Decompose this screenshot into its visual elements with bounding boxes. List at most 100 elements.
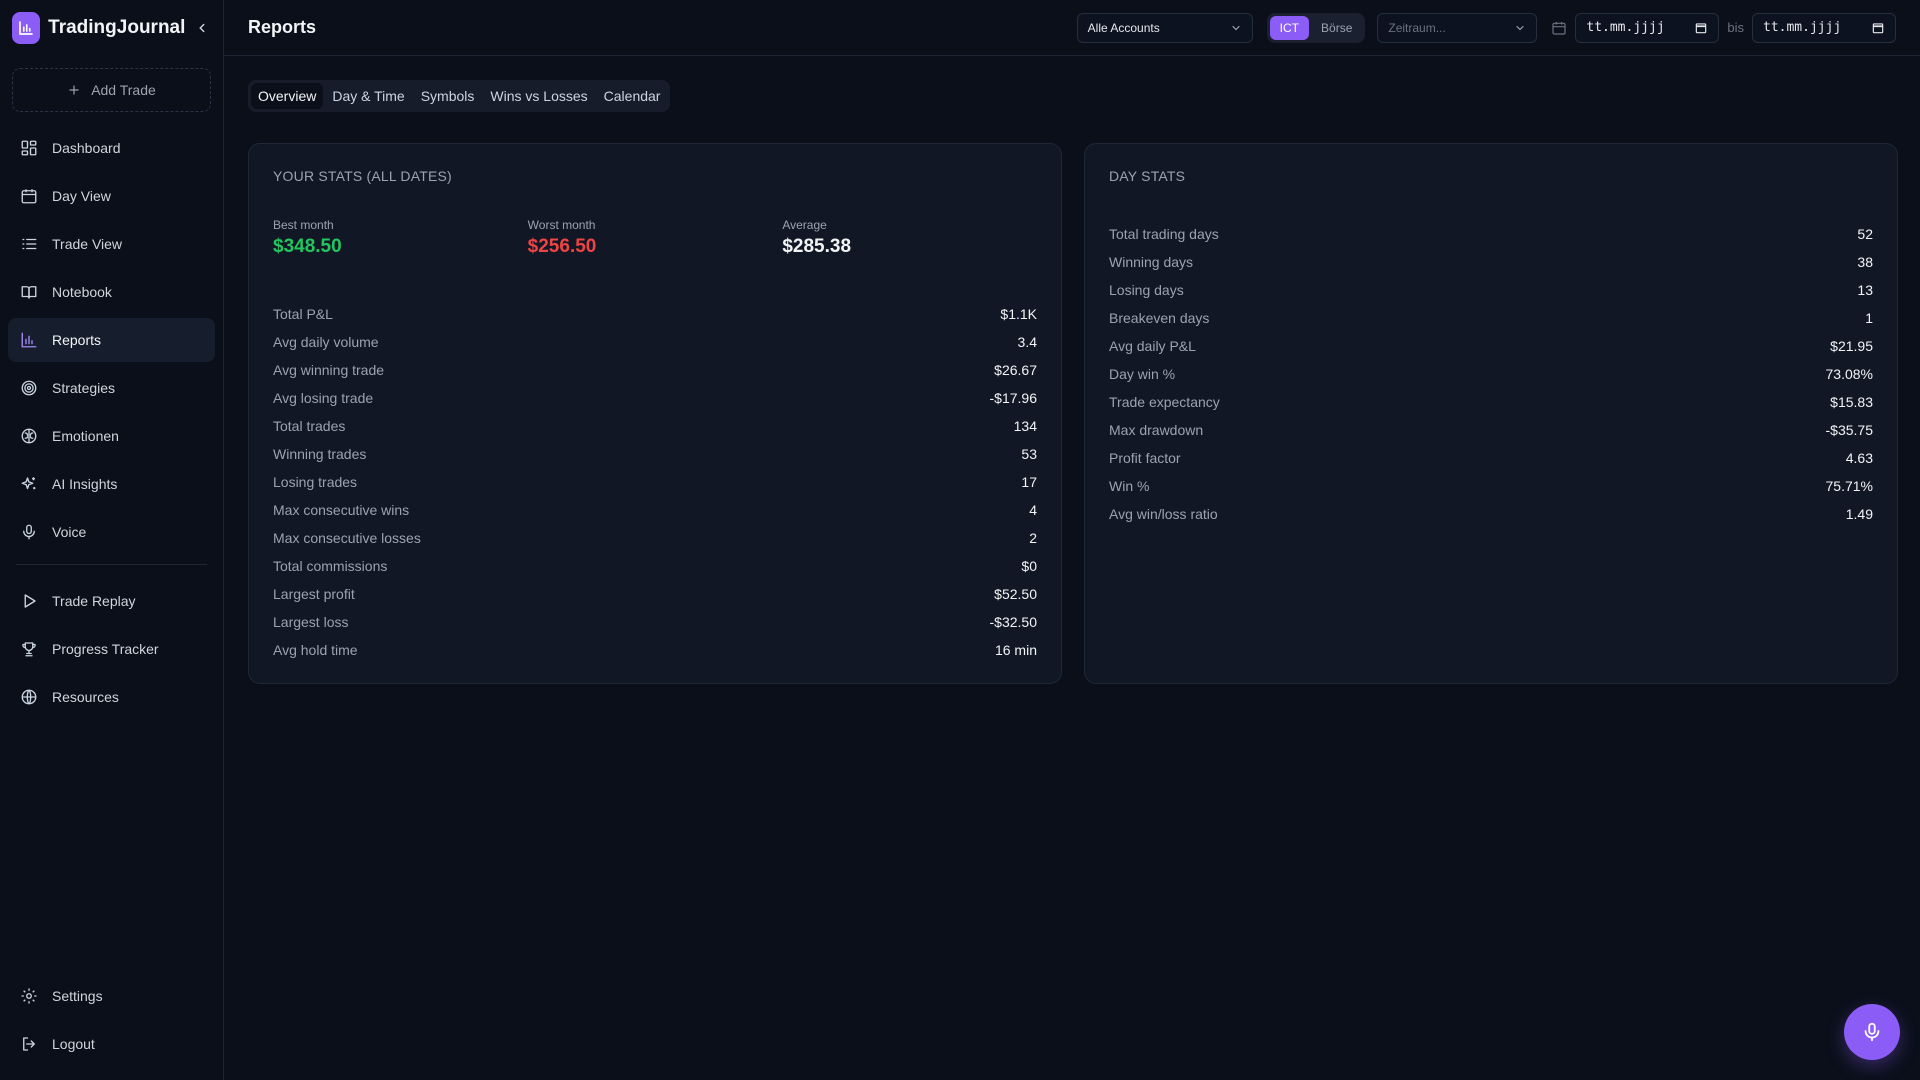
stat-row: Total commissions $0 bbox=[273, 552, 1037, 580]
stat-row: Day win % 73.08% bbox=[1109, 360, 1873, 388]
sidebar-item-reports[interactable]: Reports bbox=[8, 318, 215, 362]
stat-value: 2 bbox=[1029, 530, 1037, 546]
stat-label: Avg win/loss ratio bbox=[1109, 506, 1218, 522]
stat-label: Win % bbox=[1109, 478, 1150, 494]
stat-label: Max consecutive wins bbox=[273, 502, 410, 518]
stat-row: Total trades 134 bbox=[273, 412, 1037, 440]
tab-overview[interactable]: Overview bbox=[251, 83, 324, 109]
day-stats-list: Total trading days 52 Winning days 38 Losi… bbox=[1109, 220, 1873, 528]
sidebar-item-label: Logout bbox=[52, 1036, 95, 1052]
mic-icon bbox=[23, 524, 35, 540]
sidebar-item-notebook[interactable]: Notebook bbox=[8, 270, 215, 314]
calendar-picker-icon[interactable] bbox=[1694, 21, 1708, 35]
stat-row: Avg losing trade -$17.96 bbox=[273, 384, 1037, 412]
worst-month-label: Worst month bbox=[527, 218, 596, 232]
stat-value: -$32.50 bbox=[989, 614, 1037, 630]
stat-row: Max consecutive wins 4 bbox=[273, 496, 1037, 524]
tab-wins-vs-losses[interactable]: Wins vs Losses bbox=[483, 83, 594, 109]
stat-label: Largest loss bbox=[273, 614, 349, 630]
tab-symbols[interactable]: Symbols bbox=[414, 83, 482, 109]
voice-record-button[interactable] bbox=[1844, 1004, 1900, 1060]
sidebar-item-resources[interactable]: Resources bbox=[8, 675, 215, 719]
mode-toggle: ICT Börse bbox=[1266, 12, 1366, 43]
list-icon bbox=[22, 238, 37, 250]
stat-row: Losing trades 17 bbox=[273, 468, 1037, 496]
stat-row: Largest profit $52.50 bbox=[273, 580, 1037, 608]
sidebar-item-dashboard[interactable]: Dashboard bbox=[8, 126, 215, 170]
chevron-down-icon bbox=[1516, 25, 1524, 30]
sidebar-item-day-view[interactable]: Day View bbox=[8, 174, 215, 218]
best-month-label: Best month bbox=[273, 218, 334, 232]
stat-label: Losing days bbox=[1109, 282, 1184, 298]
report-tabs: Overview Day & Time Symbols Wins vs Loss… bbox=[248, 80, 671, 112]
logout-icon bbox=[23, 1037, 35, 1051]
sidebar-item-label: Strategies bbox=[52, 380, 116, 396]
tab-calendar[interactable]: Calendar bbox=[597, 83, 668, 109]
book-icon bbox=[21, 286, 37, 299]
stat-value: -$17.96 bbox=[989, 390, 1037, 406]
average-label: Average bbox=[782, 218, 827, 232]
nav-divider bbox=[16, 564, 207, 565]
mode-option-boerse[interactable]: Börse bbox=[1311, 16, 1362, 40]
brand: TradingJournal bbox=[0, 0, 223, 56]
card-title: YOUR STATS (ALL DATES) bbox=[273, 168, 452, 184]
stat-row: Avg daily volume 3.4 bbox=[273, 328, 1037, 356]
sidebar: TradingJournal Add Trade Dashboard Day V… bbox=[0, 0, 224, 1080]
add-trade-label: Add Trade bbox=[91, 82, 156, 98]
stat-label: Avg winning trade bbox=[273, 362, 385, 378]
monthly-summary: Best month $348.50 Worst month $256.50 A… bbox=[273, 218, 1037, 258]
date-to-input[interactable]: tt.mm.jjjj bbox=[1752, 12, 1896, 43]
brain-icon bbox=[21, 428, 37, 444]
sidebar-item-trade-replay[interactable]: Trade Replay bbox=[8, 579, 215, 623]
sidebar-item-ai-insights[interactable]: AI Insights bbox=[8, 462, 215, 506]
sidebar-item-logout[interactable]: Logout bbox=[8, 1022, 215, 1066]
range-select-placeholder: Zeitraum... bbox=[1388, 20, 1446, 35]
stat-value: 1.49 bbox=[1845, 506, 1873, 522]
stat-value: 13 bbox=[1857, 282, 1873, 298]
mode-option-ict[interactable]: ICT bbox=[1269, 15, 1310, 40]
stat-value: 75.71% bbox=[1825, 478, 1873, 494]
play-icon bbox=[24, 594, 36, 608]
accounts-select-value: Alle Accounts bbox=[1087, 20, 1160, 35]
date-from-input[interactable]: tt.mm.jjjj bbox=[1575, 12, 1720, 43]
stat-label: Total trades bbox=[273, 418, 346, 434]
stat-label: Total trading days bbox=[1109, 226, 1219, 242]
stat-value: 17 bbox=[1021, 474, 1037, 490]
add-trade-button[interactable]: Add Trade bbox=[12, 68, 211, 112]
stat-label: Day win % bbox=[1109, 366, 1176, 382]
stat-label: Max consecutive losses bbox=[273, 530, 421, 546]
stat-row: Trade expectancy $15.83 bbox=[1109, 388, 1873, 416]
range-select[interactable]: Zeitraum... bbox=[1377, 12, 1538, 43]
stat-row: Max drawdown -$35.75 bbox=[1109, 416, 1873, 444]
stat-label: Total commissions bbox=[273, 558, 388, 574]
sidebar-item-settings[interactable]: Settings bbox=[8, 974, 215, 1018]
your-stats-card: YOUR STATS (ALL DATES) Best month $348.5… bbox=[248, 143, 1062, 684]
stat-row: Winning trades 53 bbox=[273, 440, 1037, 468]
brand-logo-icon bbox=[12, 12, 41, 44]
sidebar-item-emotionen[interactable]: Emotionen bbox=[8, 414, 215, 458]
sidebar-item-trade-view[interactable]: Trade View bbox=[8, 222, 215, 266]
stat-row: Losing days 13 bbox=[1109, 276, 1873, 304]
stat-value: 4 bbox=[1029, 502, 1037, 518]
worst-month-value: $256.50 bbox=[527, 236, 597, 257]
stat-value: $1.1K bbox=[1000, 306, 1037, 322]
collapse-sidebar-icon[interactable] bbox=[193, 18, 211, 38]
stat-row: Avg win/loss ratio 1.49 bbox=[1109, 500, 1873, 528]
sparkles-icon bbox=[21, 477, 36, 490]
filter-controls: Alle Accounts ICT Börse Zeitraum... tt.m… bbox=[1076, 12, 1896, 43]
topbar: Reports Alle Accounts ICT Börse Zeitraum… bbox=[224, 0, 1920, 56]
accounts-select[interactable]: Alle Accounts bbox=[1076, 12, 1253, 43]
date-from-value: tt.mm.jjjj bbox=[1586, 20, 1665, 35]
tab-day-time[interactable]: Day & Time bbox=[325, 83, 411, 109]
calendar-picker-icon[interactable] bbox=[1871, 21, 1885, 35]
sidebar-item-voice[interactable]: Voice bbox=[8, 510, 215, 554]
stat-row: Max consecutive losses 2 bbox=[273, 524, 1037, 552]
stat-value: 52 bbox=[1857, 226, 1873, 242]
stat-value: $21.95 bbox=[1830, 338, 1873, 354]
best-month: Best month $348.50 bbox=[273, 218, 528, 258]
sidebar-item-strategies[interactable]: Strategies bbox=[8, 366, 215, 410]
chevron-down-icon bbox=[1232, 25, 1240, 30]
stat-label: Breakeven days bbox=[1109, 310, 1210, 326]
sidebar-nav: Dashboard Day View Trade View Notebook R… bbox=[0, 126, 223, 723]
sidebar-item-progress-tracker[interactable]: Progress Tracker bbox=[8, 627, 215, 671]
